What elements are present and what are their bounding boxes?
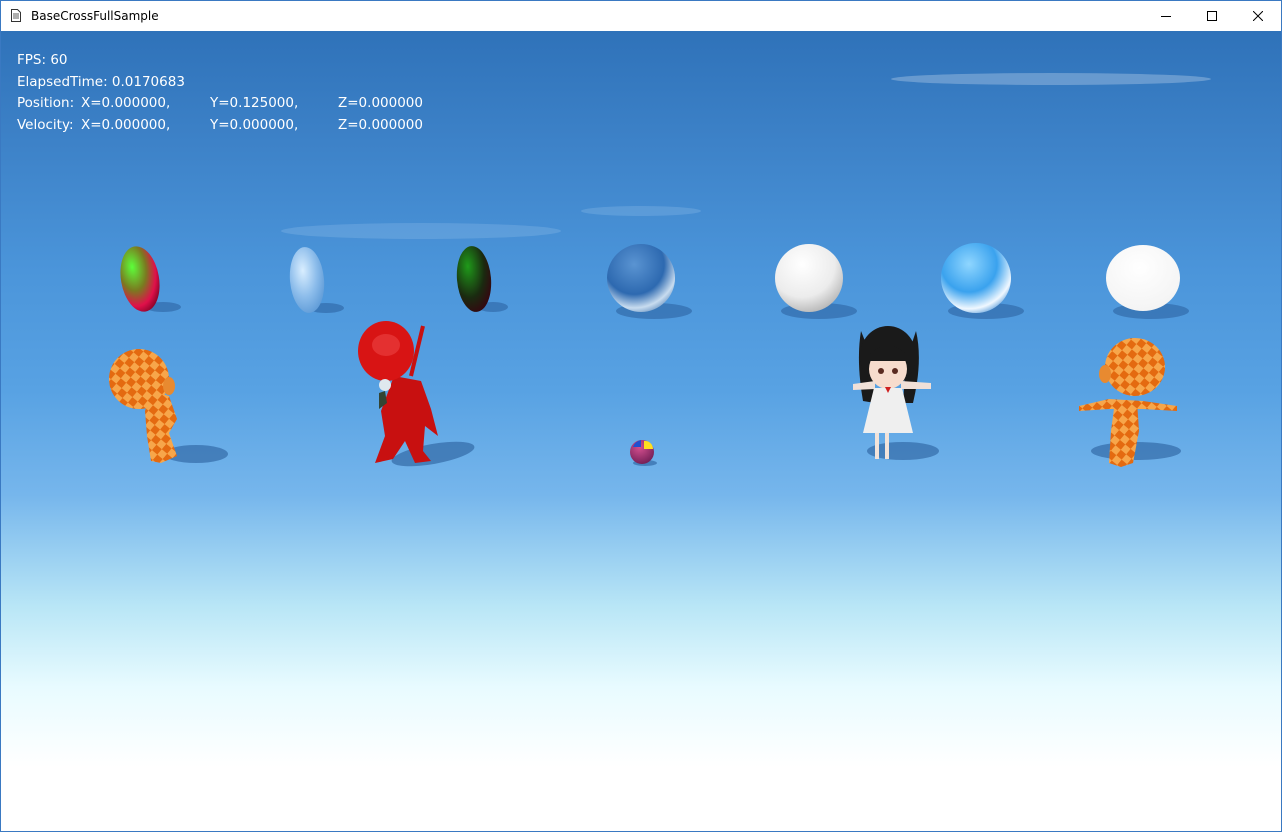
minimize-icon bbox=[1161, 16, 1171, 17]
position-z: Z=0.000000 bbox=[338, 95, 423, 111]
white-sphere bbox=[775, 244, 843, 312]
game-viewport[interactable]: FPS: 60 ElapsedTime: 0.0170683 Position:… bbox=[1, 31, 1281, 831]
position-y: Y=0.125000, bbox=[210, 95, 299, 111]
position-label: Position: bbox=[17, 95, 75, 111]
document-icon bbox=[11, 9, 21, 22]
velocity-y: Y=0.000000, bbox=[210, 116, 299, 133]
sphere-row bbox=[120, 243, 1180, 313]
white-ellipsoid bbox=[1106, 245, 1180, 311]
velocity-label: Velocity: bbox=[17, 116, 74, 133]
title-bar[interactable]: BaseCrossFullSample bbox=[1, 1, 1281, 31]
red-robot-character bbox=[358, 321, 438, 463]
orange-checker-character-left bbox=[109, 349, 177, 463]
blue-sky-sphere bbox=[607, 244, 675, 312]
velocity-z: Z=0.000000 bbox=[338, 116, 423, 133]
elapsed-time-text: ElapsedTime: 0.0170683 bbox=[17, 73, 185, 90]
scene bbox=[109, 73, 1211, 467]
anime-girl-character bbox=[853, 326, 931, 459]
app-window: BaseCrossFullSample FPS: 60 ElapsedTime:… bbox=[0, 0, 1282, 832]
minimize-button[interactable] bbox=[1143, 1, 1189, 31]
character-shadows bbox=[164, 441, 1181, 467]
window-title: BaseCrossFullSample bbox=[31, 9, 159, 23]
maximize-button[interactable] bbox=[1189, 1, 1235, 31]
close-icon bbox=[1253, 11, 1263, 21]
bright-sky-sphere bbox=[941, 243, 1011, 313]
velocity-x: X=0.000000, bbox=[81, 116, 171, 133]
close-button[interactable] bbox=[1235, 1, 1281, 31]
fps-text: FPS: 60 bbox=[17, 52, 68, 68]
position-x: X=0.000000, bbox=[81, 95, 171, 111]
small-ball-player bbox=[630, 440, 654, 464]
maximize-icon bbox=[1207, 11, 1217, 21]
